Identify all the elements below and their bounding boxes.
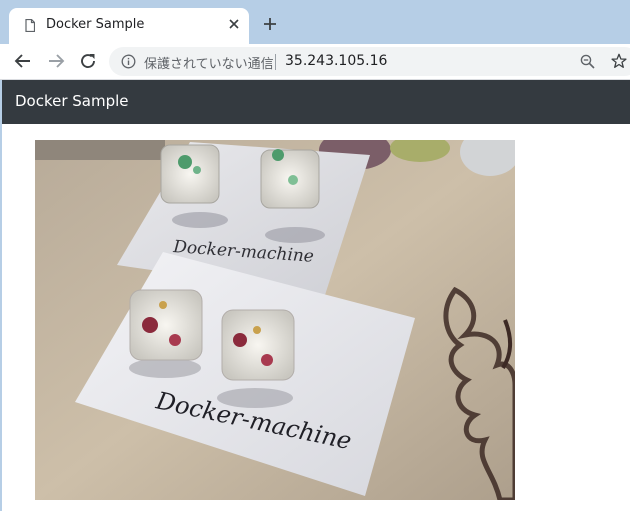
browser-tab-strip: Docker Sample <box>0 0 630 44</box>
document-icon <box>25 19 35 32</box>
browser-toolbar: 保護されていない通信 35.243.105.16 <box>0 44 630 80</box>
window-frame <box>0 80 2 511</box>
back-arrow-icon[interactable] <box>14 52 32 70</box>
security-status-text: 保護されていない通信 <box>144 57 274 72</box>
photo-illustration: Docker-machine Docker-machine <box>35 140 515 500</box>
browser-tab[interactable]: Docker Sample <box>9 8 249 44</box>
info-icon[interactable] <box>121 54 136 69</box>
earrings-photo: Docker-machine Docker-machine <box>35 140 515 500</box>
navbar-brand[interactable]: Docker Sample <box>15 92 129 110</box>
close-icon[interactable] <box>228 18 240 30</box>
url-text[interactable]: 35.243.105.16 <box>285 53 387 69</box>
star-icon[interactable] <box>611 53 627 69</box>
omnibox-divider <box>275 54 276 70</box>
site-navbar: Docker Sample <box>2 80 630 124</box>
forward-arrow-icon[interactable] <box>47 52 65 70</box>
zoom-icon[interactable] <box>580 54 595 69</box>
reload-icon[interactable] <box>79 52 97 70</box>
tab-title: Docker Sample <box>46 17 145 32</box>
address-bar[interactable]: 保護されていない通信 35.243.105.16 <box>109 47 630 76</box>
new-tab-icon[interactable] <box>263 17 277 31</box>
